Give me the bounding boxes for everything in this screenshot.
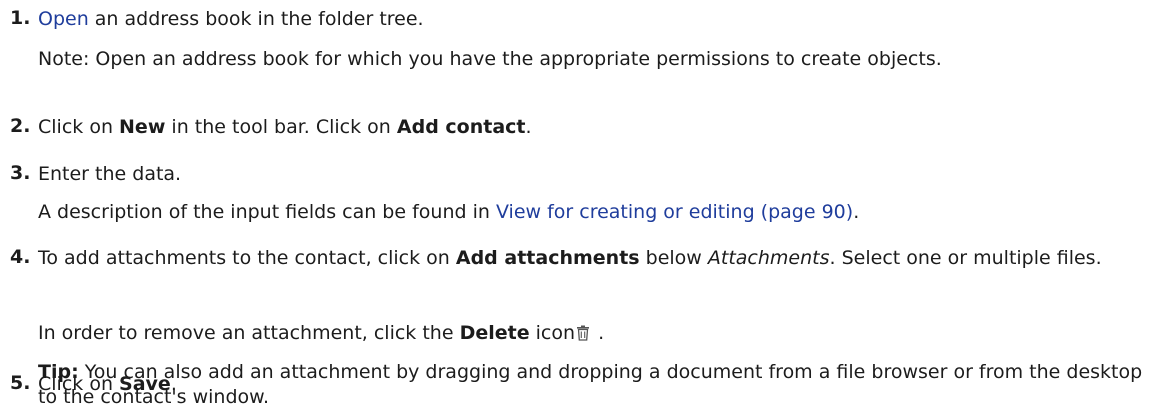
step-4-remove: In order to remove an attachment, click … bbox=[38, 322, 605, 344]
step-number: 1. bbox=[10, 7, 31, 29]
step-1-text: Open an address book in the folder tree. bbox=[38, 8, 424, 30]
view-for-creating-link[interactable]: View for creating or editing (page 90) bbox=[496, 201, 853, 223]
step-2-text: Click on New in the tool bar. Click on A… bbox=[38, 116, 532, 138]
instruction-document: 1. Open an address book in the folder tr… bbox=[0, 0, 1156, 408]
step-number: 4. bbox=[10, 246, 31, 268]
step-number: 5. bbox=[10, 372, 31, 394]
step-number: 3. bbox=[10, 162, 31, 184]
step-3-text: Enter the data. bbox=[38, 163, 182, 185]
step-3-description: A description of the input fields can be… bbox=[38, 201, 860, 223]
step-number: 2. bbox=[10, 115, 31, 137]
step-4-text: To add attachments to the contact, click… bbox=[38, 247, 1102, 269]
open-link[interactable]: Open bbox=[38, 8, 89, 30]
step-1-note: Note: Open an address book for which you… bbox=[38, 48, 942, 70]
trash-icon bbox=[576, 323, 590, 341]
step-5-text: Click on Save. bbox=[38, 373, 177, 395]
